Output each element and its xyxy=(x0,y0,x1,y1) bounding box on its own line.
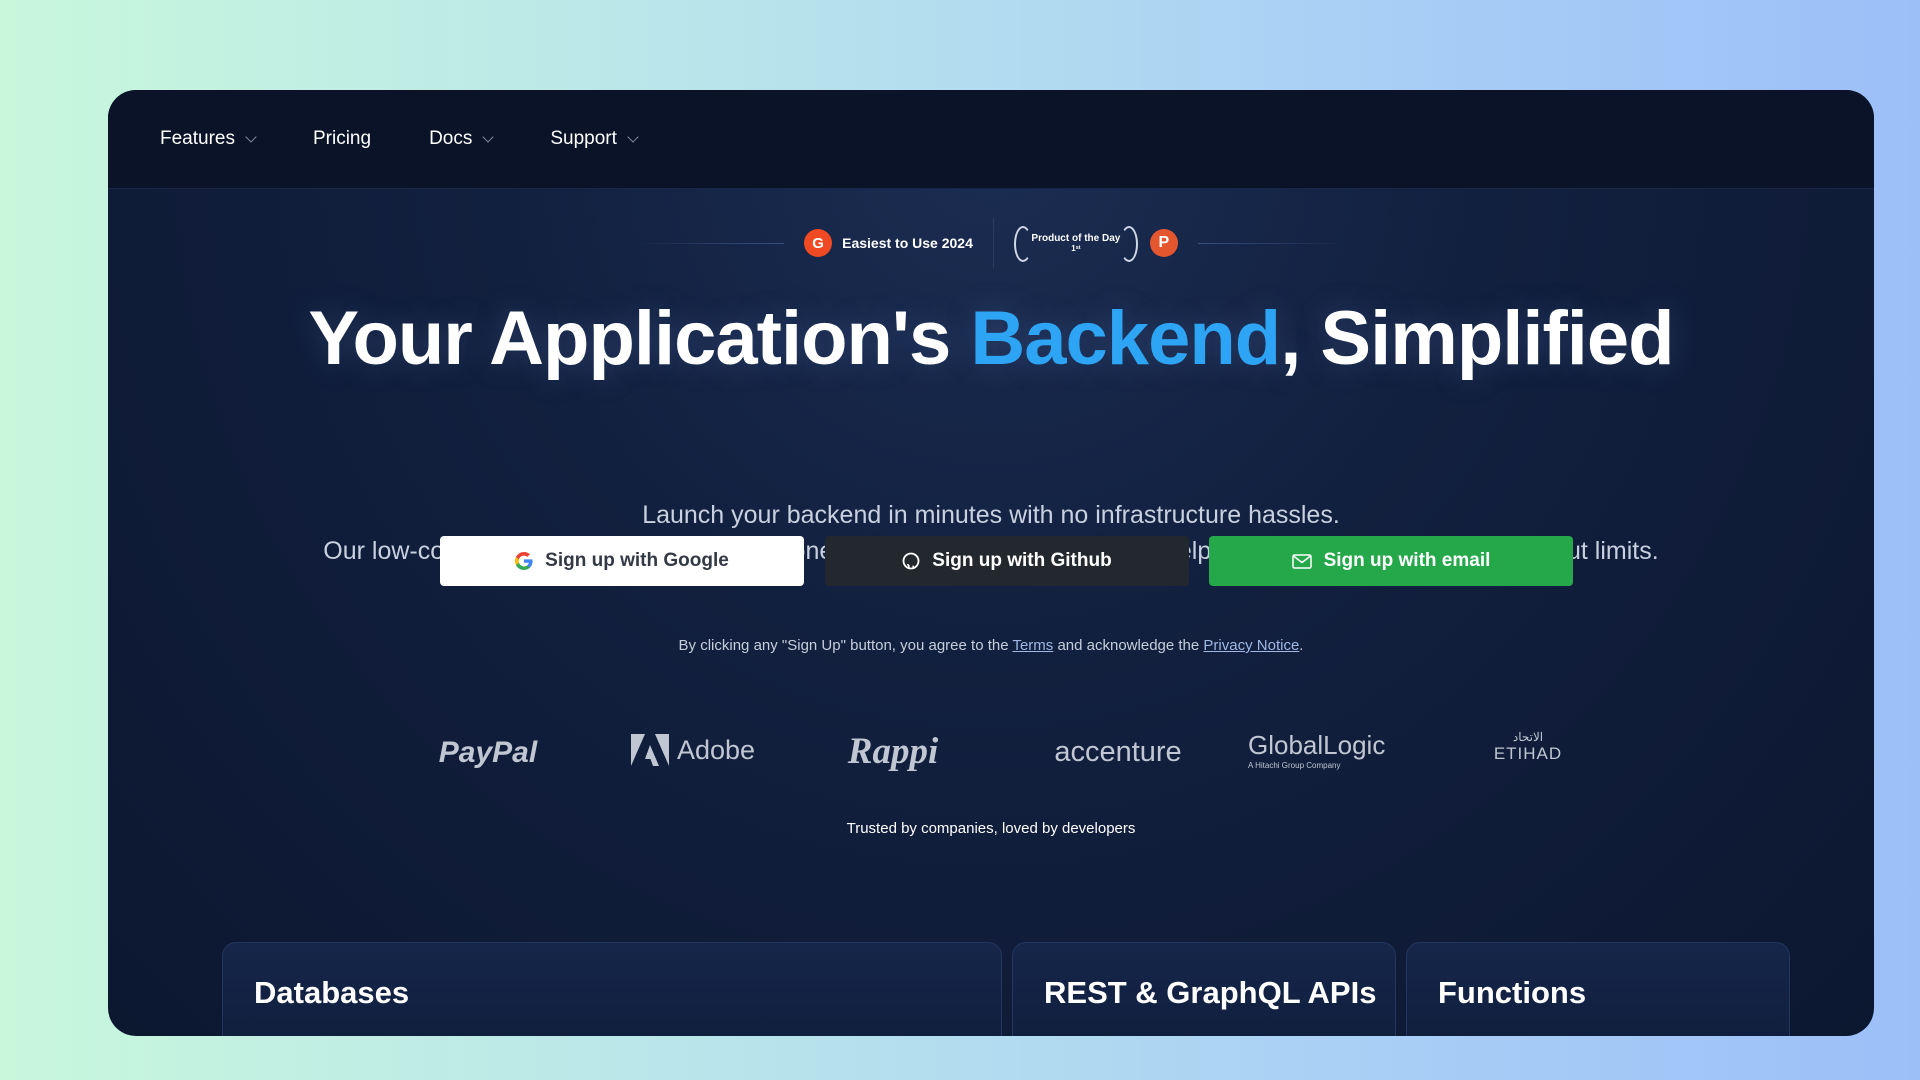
legal-mid: and acknowledge the xyxy=(1053,637,1204,654)
legal-pre: By clicking any "Sign Up" button, you ag… xyxy=(678,637,1013,654)
signup-email-label: Sign up with email xyxy=(1323,550,1491,571)
nav-docs[interactable]: Docs xyxy=(429,128,495,150)
card-title: Databases xyxy=(254,975,410,1010)
g2-icon: G xyxy=(804,229,833,257)
nav-features[interactable]: Features xyxy=(160,128,257,150)
etihad-arabic: الاتحاد xyxy=(1512,730,1544,744)
legal-post: . xyxy=(1299,637,1304,654)
chevron-down-icon xyxy=(482,131,495,143)
legal-notice: By clicking any "Sign Up" button, you ag… xyxy=(108,637,1874,654)
card-title: Functions xyxy=(1438,975,1587,1010)
trusted-caption: Trusted by companies, loved by developer… xyxy=(846,820,1136,837)
product-hunt-icon: P xyxy=(1149,229,1178,257)
adobe-icon xyxy=(630,734,669,766)
chevron-down-icon xyxy=(245,131,257,143)
privacy-notice-link[interactable]: Privacy Notice xyxy=(1203,637,1299,654)
nav-support[interactable]: Support xyxy=(550,128,639,150)
ph-badge-label: Product of the Day xyxy=(1031,233,1121,244)
nav-support-label: Support xyxy=(550,128,617,149)
hero-title-post: , Simplified xyxy=(1280,296,1674,381)
mail-icon xyxy=(1291,553,1312,569)
nav-docs-label: Docs xyxy=(429,128,473,149)
feature-card-functions[interactable]: Functions xyxy=(1406,942,1790,1036)
divider xyxy=(1197,242,1348,244)
g2-badge[interactable]: G Easiest to Use 2024 xyxy=(784,229,993,257)
card-title: REST & GraphQL APIs xyxy=(1044,975,1377,1010)
nav-pricing[interactable]: Pricing xyxy=(313,128,371,150)
chevron-down-icon xyxy=(627,131,639,143)
signup-email-button[interactable]: Sign up with email xyxy=(1209,536,1573,586)
etihad-logo: الاتحاد ETIHAD xyxy=(1478,730,1578,764)
hero-subtitle-1: Launch your backend in minutes with no i… xyxy=(642,501,1340,529)
rappi-logo: Rappi xyxy=(847,731,939,772)
hero-title-pre: Your Application's xyxy=(308,296,971,381)
customer-logos: PayPal Adobe Rappi accenture GlobalLogic… xyxy=(108,728,1874,788)
award-badges: G Easiest to Use 2024 Product of the Day… xyxy=(108,218,1874,268)
nav-features-label: Features xyxy=(160,128,235,149)
paypal-logo: PayPal xyxy=(438,736,538,769)
accenture-logo: accenture xyxy=(1054,736,1182,768)
hero-title: Your Application's Backend, Simplified xyxy=(108,295,1874,382)
signup-google-label: Sign up with Google xyxy=(545,550,729,571)
browser-window: Features Pricing Docs Support G Easiest … xyxy=(108,90,1874,1036)
laurel-icon: Product of the Day 1ˢᵗ xyxy=(1013,224,1138,262)
adobe-logo: Adobe xyxy=(623,734,763,766)
globallogic-logo: GlobalLogic A Hitachi Group Company xyxy=(1248,730,1428,770)
top-nav: Features Pricing Docs Support xyxy=(108,90,1874,189)
etihad-label: ETIHAD xyxy=(1493,744,1563,763)
divider xyxy=(634,242,785,244)
github-icon xyxy=(902,552,920,570)
globallogic-label: GlobalLogic xyxy=(1248,730,1386,760)
globallogic-sub: A Hitachi Group Company xyxy=(1248,761,1341,770)
feature-card-databases[interactable]: Databases xyxy=(222,942,1002,1036)
feature-card-apis[interactable]: REST & GraphQL APIs xyxy=(1012,942,1396,1036)
signup-github-label: Sign up with Github xyxy=(932,550,1112,571)
google-icon xyxy=(515,552,533,570)
nav-pricing-label: Pricing xyxy=(312,128,372,149)
adobe-label: Adobe xyxy=(676,734,756,765)
signup-github-button[interactable]: Sign up with Github xyxy=(825,536,1189,586)
signup-google-button[interactable]: Sign up with Google xyxy=(440,536,804,586)
g2-badge-label: Easiest to Use 2024 xyxy=(842,235,973,251)
ph-badge-rank: 1ˢᵗ xyxy=(1071,244,1081,253)
hero-title-accent: Backend xyxy=(970,296,1281,381)
terms-link[interactable]: Terms xyxy=(1012,637,1053,654)
product-hunt-badge[interactable]: Product of the Day 1ˢᵗ P xyxy=(994,224,1198,262)
